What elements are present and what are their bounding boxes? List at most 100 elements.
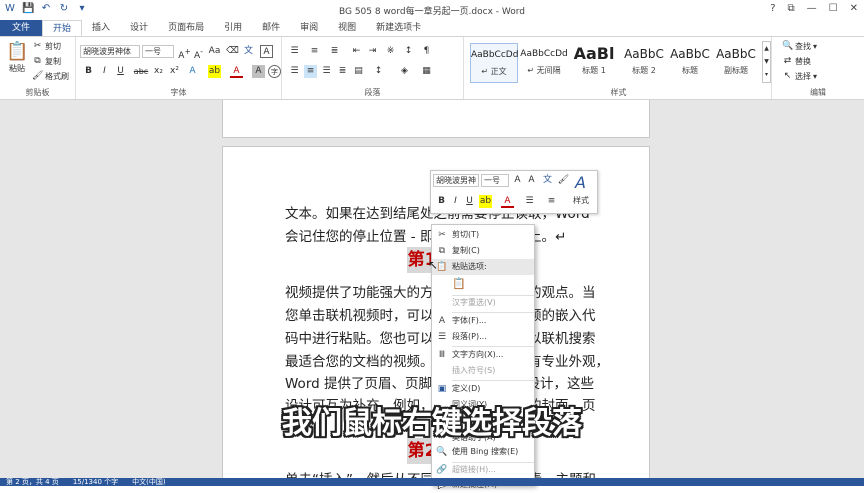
close-button[interactable]: ✕	[850, 3, 858, 14]
borders-icon[interactable]: ▦	[420, 65, 433, 78]
maximize-button[interactable]: ☐	[829, 3, 838, 14]
menu-item-font[interactable]: A 字体(F)...	[432, 313, 534, 329]
ribbon-display-button[interactable]: ⧉	[788, 3, 795, 14]
font-group: 胡晓波男神体 一号 A+ A- Aa ⌫ 文 A B I U abc x₂ x²…	[76, 37, 282, 99]
editing-group: 🔍 查找 ▾ ⇄ 替换 ↖ 选择 ▾ 编辑	[776, 37, 860, 99]
format-painter-icon[interactable]: 🖌	[557, 174, 570, 187]
format-painter-button[interactable]: 🖌 格式刷	[32, 71, 69, 82]
menu-item-paste-options[interactable]: 📋 粘贴选项:	[432, 259, 534, 275]
font-name-combo[interactable]: 胡晓波男神体	[80, 45, 140, 58]
multilevel-list-icon[interactable]: ≣	[328, 45, 341, 58]
select-label: 选择	[795, 72, 811, 81]
copy-button[interactable]: ⧉ 复制	[32, 56, 61, 67]
cut-button[interactable]: ✂ 剪切	[32, 41, 61, 52]
shrink-font-icon[interactable]: A-	[192, 45, 205, 61]
shading-icon[interactable]: ◈	[398, 65, 411, 78]
highlight-icon[interactable]: ab	[208, 65, 221, 78]
menu-item-paragraph[interactable]: ☰ 段落(P)...	[432, 329, 534, 345]
style-sample: AaBbC	[716, 47, 756, 61]
style-subtitle[interactable]: AaBbC 副标题	[712, 43, 760, 83]
line-spacing-icon[interactable]: ↕	[372, 65, 385, 78]
tab-review[interactable]: 审阅	[290, 20, 328, 36]
mini-font-size[interactable]: 一号	[481, 174, 509, 187]
enclose-char-icon[interactable]: 字	[268, 65, 281, 78]
menu-item-label: 文字方向(X)...	[452, 350, 504, 359]
style-heading1[interactable]: AaBl 标题 1	[570, 43, 618, 83]
grow-font-icon[interactable]: A+	[178, 45, 191, 61]
align-center-icon[interactable]: ≡	[304, 65, 317, 78]
grow-font-icon[interactable]: A	[511, 174, 524, 187]
replace-button[interactable]: ⇄ 替换	[782, 56, 811, 67]
justify-icon[interactable]: ≣	[336, 65, 349, 78]
tab-view[interactable]: 视图	[328, 20, 366, 36]
menu-item-label: 插入符号(S)	[452, 366, 496, 375]
numbering-icon[interactable]: ≡	[308, 45, 321, 58]
help-button[interactable]: ?	[770, 3, 775, 14]
bold-button[interactable]: B	[82, 65, 95, 78]
tab-home[interactable]: 开始	[42, 20, 83, 36]
style-sample: AaBl	[573, 44, 615, 63]
italic-button[interactable]: I	[98, 65, 111, 78]
tab-file[interactable]: 文件	[0, 20, 43, 36]
distributed-icon[interactable]: ▤	[352, 65, 365, 78]
char-shading-icon[interactable]: A	[252, 65, 265, 78]
tab-mailings[interactable]: 邮件	[252, 20, 290, 36]
phonetic-guide-icon[interactable]: 文	[242, 45, 255, 58]
paste-button[interactable]: 📋 粘贴	[6, 41, 28, 74]
sort-icon[interactable]: ↕	[402, 45, 415, 58]
menu-item-text-direction[interactable]: Ⅲ 文字方向(X)...	[432, 347, 534, 363]
style-heading2[interactable]: AaBbC 标题 2	[620, 43, 668, 83]
menu-item-define[interactable]: ▣ 定义(D)	[432, 381, 534, 397]
increase-indent-icon[interactable]: ⇥	[366, 45, 379, 58]
style-no-spacing[interactable]: AaBbCcDd ↵ 无间隔	[520, 43, 568, 83]
find-button[interactable]: 🔍 查找 ▾	[782, 41, 817, 52]
tab-insert[interactable]: 插入	[82, 20, 120, 36]
menu-item-copy[interactable]: ⧉ 复制(C)	[432, 243, 534, 259]
language-indicator[interactable]: 中文(中国)	[132, 478, 165, 486]
font-color-button[interactable]: A	[230, 65, 243, 78]
align-left-icon[interactable]: ☰	[288, 65, 301, 78]
word-count[interactable]: 15/1340 个字	[73, 478, 118, 486]
subscript-button[interactable]: x₂	[152, 65, 165, 78]
italic-button[interactable]: I	[449, 195, 462, 208]
style-normal[interactable]: AaBbCcDd ↵ 正文	[470, 43, 518, 83]
paste-keep-text-icon[interactable]: 📋	[452, 277, 466, 291]
strikethrough-button[interactable]: abc	[132, 65, 150, 78]
tab-new[interactable]: 新建选项卡	[366, 20, 431, 36]
text-effects-icon[interactable]: A	[186, 65, 199, 78]
tab-page-layout[interactable]: 页面布局	[158, 20, 214, 36]
bullets-icon[interactable]: ☰	[288, 45, 301, 58]
highlight-icon[interactable]: ab	[479, 195, 492, 208]
char-border-icon[interactable]: A	[260, 45, 273, 58]
minimize-button[interactable]: —	[807, 3, 817, 14]
select-button[interactable]: ↖ 选择 ▾	[782, 71, 817, 82]
cut-icon: ✂	[33, 41, 42, 51]
phonetic-icon[interactable]: 文	[541, 174, 554, 187]
menu-item-bing-search[interactable]: 🔍 使用 Bing 搜索(E)	[432, 444, 534, 460]
mini-font-name[interactable]: 胡晓波男神	[433, 174, 479, 187]
chinese-layout-icon[interactable]: ※	[384, 45, 397, 58]
superscript-button[interactable]: x²	[168, 65, 181, 78]
styles-icon[interactable]: A	[575, 173, 586, 192]
underline-button[interactable]: U	[463, 195, 476, 208]
decrease-indent-icon[interactable]: ⇤	[350, 45, 363, 58]
font-size-combo[interactable]: 一号	[142, 45, 174, 58]
style-title[interactable]: AaBbC 标题	[666, 43, 714, 83]
font-icon: A	[438, 316, 446, 326]
align-right-icon[interactable]: ☰	[320, 65, 333, 78]
show-marks-icon[interactable]: ¶	[420, 45, 433, 58]
shrink-font-icon[interactable]: A	[525, 174, 538, 187]
clear-format-icon[interactable]: ⌫	[226, 45, 239, 58]
numbering-icon[interactable]: ≡	[545, 195, 558, 208]
style-name: 标题	[682, 66, 698, 75]
change-case-button[interactable]: Aa	[208, 45, 221, 58]
styles-scroll[interactable]: ▲ ▼ ▾	[762, 41, 771, 83]
page-count[interactable]: 第 2 页，共 4 页	[6, 478, 59, 486]
tab-references[interactable]: 引用	[214, 20, 252, 36]
menu-item-cut[interactable]: ✂ 剪切(T)	[432, 227, 534, 243]
underline-button[interactable]: U	[114, 65, 127, 78]
tab-design[interactable]: 设计	[120, 20, 158, 36]
bold-button[interactable]: B	[435, 195, 448, 208]
bullets-icon[interactable]: ☰	[523, 195, 536, 208]
font-color-icon[interactable]: A	[501, 195, 514, 208]
